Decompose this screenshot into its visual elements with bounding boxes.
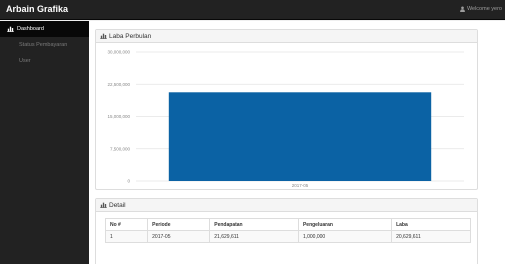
- y-tick-label: 15,000,000: [107, 114, 130, 119]
- sidebar-item-dashboard[interactable]: Dashboard: [0, 21, 89, 37]
- table-cell: 1: [104, 230, 149, 243]
- sidebar-item-label: Dashboard: [17, 26, 44, 32]
- user-icon: [460, 6, 465, 12]
- sidebar-item-label: Status Pembayaran: [19, 42, 68, 48]
- detail-panel-heading: Detail: [96, 199, 477, 212]
- user-menu[interactable]: Welcome yero: [459, 6, 502, 12]
- x-tick-label: 2017-05: [292, 183, 309, 188]
- y-tick-label: 30,000,000: [107, 50, 130, 55]
- chart-panel: Laba Perbulan 0 7,500,000 15,000,000 22,500…: [95, 29, 478, 190]
- column-header: Pengeluaran: [297, 218, 393, 231]
- chart-panel-heading: Laba Perbulan: [96, 30, 477, 43]
- table-row: 1 2017-05 21,629,611 1,000,000 20,629,61…: [104, 230, 471, 243]
- column-header: Laba: [391, 218, 471, 231]
- detail-table: No # Periode Pendapatan Pengeluaran Laba…: [104, 218, 471, 243]
- table-cell: 21,629,611: [209, 230, 299, 243]
- sidebar-item-label: User: [19, 58, 31, 64]
- table-cell: 2017-05: [147, 230, 211, 243]
- main-content: Laba Perbulan 0 7,500,000 15,000,000 22,500…: [89, 21, 505, 264]
- column-header: No #: [104, 218, 149, 231]
- sidebar: Dashboard Status Pembayaran User: [0, 21, 89, 264]
- bar-chart-icon: [7, 26, 14, 32]
- user-menu-label: Welcome yero: [466, 6, 502, 12]
- bar[interactable]: [168, 92, 432, 181]
- detail-panel-title: Detail: [109, 201, 126, 209]
- bar-chart-icon: [100, 202, 107, 208]
- column-header: Periode: [147, 218, 211, 231]
- top-navbar: Arbain Grafika Welcome yero: [0, 0, 505, 20]
- table-cell: 1,000,000: [297, 230, 393, 243]
- bar-chart: 0 7,500,000 15,000,000 22,500,000 30,000,000…: [107, 50, 464, 188]
- table-header-row: No # Periode Pendapatan Pengeluaran Laba: [104, 218, 471, 231]
- table-cell: 20,629,611: [391, 230, 471, 243]
- sidebar-item-status-pembayaran[interactable]: Status Pembayaran: [0, 37, 89, 53]
- brand-title[interactable]: Arbain Grafika: [6, 4, 68, 14]
- detail-panel: Detail No # Periode Pendapatan Pengeluar…: [95, 198, 478, 264]
- chart-panel-title: Laba Perbulan: [109, 32, 152, 40]
- y-tick-label: 7,500,000: [110, 146, 131, 151]
- column-header: Pendapatan: [209, 218, 299, 231]
- sidebar-item-user[interactable]: User: [0, 53, 89, 69]
- y-tick-label: 0: [127, 179, 130, 184]
- bar-chart-icon: [100, 33, 107, 39]
- y-tick-label: 22,500,000: [107, 82, 130, 87]
